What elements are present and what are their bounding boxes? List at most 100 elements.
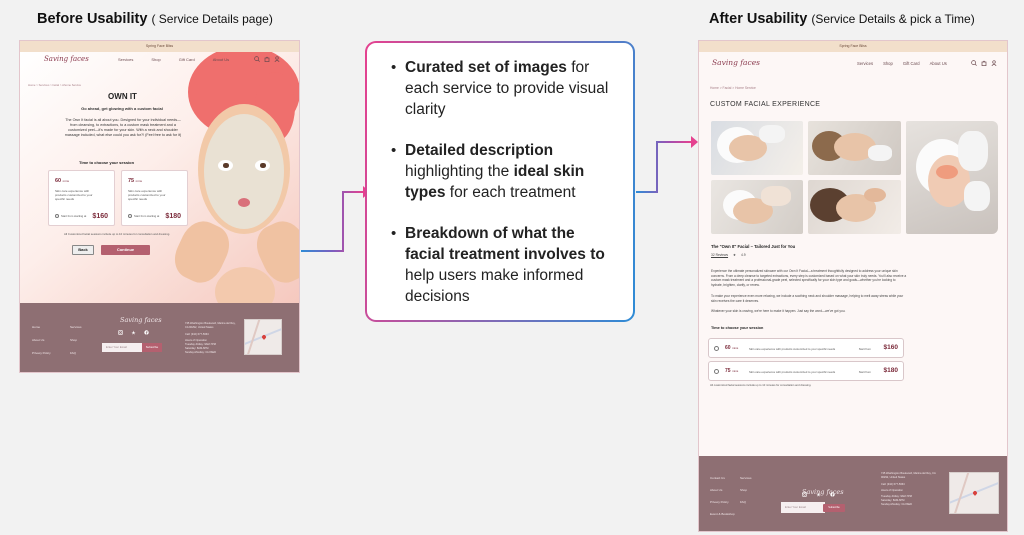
before-social-icons — [118, 330, 149, 335]
yelp-icon[interactable] — [816, 492, 821, 497]
after-nav-links: Services Shop Gift Card About Us — [857, 61, 947, 66]
user-icon[interactable] — [274, 56, 280, 62]
gallery-image-4[interactable] — [711, 180, 803, 234]
bag-icon[interactable] — [264, 56, 270, 62]
after-session-heading: Time to choose your session — [711, 326, 764, 330]
usability-callout: • Curated set of images for each service… — [365, 41, 635, 322]
bullet-dot: • — [391, 59, 397, 76]
after-page-title: CUSTOM FACIAL EXPERIENCE — [710, 101, 821, 108]
footer-link-faq[interactable]: FAQ — [70, 347, 82, 360]
photo-hand — [868, 145, 892, 161]
after-nav-about-us[interactable]: About Us — [930, 61, 947, 66]
footer-link-shop[interactable]: Shop — [740, 484, 752, 496]
bag-icon[interactable] — [981, 60, 987, 66]
after-product-title: The "Own It" Facial – Tailored Just for … — [711, 244, 796, 249]
reviews-link[interactable]: 32 Reviews — [711, 253, 728, 257]
after-description-3: Whatever your skin is craving, we're her… — [711, 309, 846, 313]
before-breadcrumb[interactable]: Home > Services > facial > Ahome Service — [28, 83, 81, 87]
gallery-image-2[interactable] — [808, 121, 901, 175]
footer-link-shop[interactable]: Shop — [70, 334, 82, 347]
after-option-75[interactable]: 75 mins Skin care experience with produc… — [708, 361, 904, 381]
instagram-icon[interactable] — [802, 492, 807, 497]
facebook-icon[interactable] — [830, 492, 835, 497]
option-price: $160 — [883, 344, 898, 351]
after-footer-col1: Contact Us About Us Privacy Policy Event… — [710, 472, 735, 520]
after-footer-col2: Services Shop FAQ — [740, 472, 752, 508]
after-nav-gift-card[interactable]: Gift Card — [903, 61, 920, 66]
before-option-75[interactable]: 75 mins Skin care experience with produc… — [121, 170, 188, 226]
photo-glove — [759, 125, 785, 143]
after-description-2: To make your experience even more relaxi… — [711, 294, 904, 303]
back-button[interactable]: Back — [72, 245, 94, 255]
before-footer-map[interactable] — [244, 319, 282, 355]
before-option-60[interactable]: 60 mins Skin care experience with produc… — [48, 170, 115, 226]
footer-link-privacy[interactable]: Privacy Policy — [32, 347, 51, 360]
footer-link-contact[interactable]: Contact Us — [710, 472, 735, 484]
option-start-label: Start from — [858, 370, 871, 374]
footer-phone[interactable]: Call: (310) 677-5663 — [881, 483, 939, 487]
after-footer-map[interactable] — [949, 472, 999, 514]
before-footer: Home About Us Privacy Policy Services Sh… — [20, 303, 299, 372]
after-mockup: Spring Face Bliss Saving faces Services … — [698, 40, 1008, 532]
after-rating-row: 32 Reviews ★ 4.9 — [711, 253, 746, 257]
gallery-image-5[interactable] — [808, 180, 901, 234]
footer-link-faq[interactable]: FAQ — [740, 496, 752, 508]
before-nav-shop[interactable]: Shop — [151, 57, 160, 62]
option-description: Skin care experience with products custo… — [749, 370, 836, 374]
subscribe-button[interactable]: Subscribe — [823, 503, 845, 512]
bullet-text: Detailed description highlighting the id… — [405, 142, 585, 201]
continue-button[interactable]: Continue — [101, 245, 150, 255]
footer-phone[interactable]: Call: (310) 677-5663 — [185, 333, 237, 337]
after-breadcrumb[interactable]: Home > Facial > Home Service — [710, 86, 756, 90]
option-radio[interactable] — [714, 369, 719, 374]
rating-value: 4.9 — [741, 253, 746, 257]
before-logo[interactable]: Saving faces — [44, 55, 89, 63]
gallery-image-3[interactable] — [906, 121, 998, 234]
option-radio[interactable] — [55, 214, 59, 218]
search-icon[interactable] — [971, 60, 977, 66]
before-mockup: Spring Face Bliss Saving faces Services … — [19, 40, 300, 373]
after-nav-shop[interactable]: Shop — [883, 61, 893, 66]
subscribe-button[interactable]: Subscribe — [142, 343, 162, 352]
footer-link-services[interactable]: Services — [70, 321, 82, 334]
option-description: Skin care experience with products custo… — [55, 189, 93, 201]
footer-link-about[interactable]: About Us — [710, 484, 735, 496]
footer-link-events[interactable]: Event & Bookshop — [710, 508, 735, 520]
bullet-dot: • — [391, 225, 397, 242]
before-nav-gift-card[interactable]: Gift Card — [179, 57, 195, 62]
facebook-icon[interactable] — [144, 330, 149, 335]
option-radio[interactable] — [128, 214, 132, 218]
email-input[interactable]: Enter Your Email — [781, 502, 825, 513]
option-duration: 60 mins — [55, 178, 69, 184]
photo-hand — [864, 188, 886, 202]
option-start-label: Start from starting at — [134, 214, 160, 218]
option-duration: 75 mins — [128, 178, 142, 184]
hero-neck — [215, 267, 275, 306]
search-icon[interactable] — [254, 56, 260, 62]
yelp-icon[interactable] — [131, 330, 136, 335]
after-description-1: Experience the ultimate personalized ski… — [711, 269, 907, 287]
after-promo-bar: Spring Face Bliss — [699, 41, 1007, 52]
footer-hours-title: Hours of Operation — [881, 489, 903, 493]
before-session-heading: Time to choose your session — [79, 160, 135, 165]
before-nav-about-us[interactable]: About Us — [213, 57, 229, 62]
after-logo[interactable]: Saving faces — [712, 58, 760, 67]
before-note: All Customized facial sessions include u… — [64, 232, 171, 236]
option-radio[interactable] — [714, 346, 719, 351]
gallery-image-1[interactable] — [711, 121, 803, 175]
option-duration: 60 mins — [725, 345, 739, 351]
footer-link-about[interactable]: About Us — [32, 334, 51, 347]
footer-link-home[interactable]: Home — [32, 321, 51, 334]
before-footer-col2: Services Shop FAQ — [70, 321, 82, 360]
email-input[interactable]: Enter Your Email — [102, 343, 142, 352]
photo-mask — [936, 165, 958, 179]
after-nav-services[interactable]: Services — [857, 61, 873, 66]
after-social-links — [802, 492, 835, 497]
after-option-60[interactable]: 60 mins Skin care experience with produc… — [708, 338, 904, 358]
footer-link-services[interactable]: Services — [740, 472, 752, 484]
before-nav-services[interactable]: Services — [118, 57, 133, 62]
before-promo-bar: Spring Face Bliss — [20, 41, 299, 52]
user-icon[interactable] — [991, 60, 997, 66]
footer-link-privacy[interactable]: Privacy Policy — [710, 496, 735, 508]
instagram-icon[interactable] — [118, 330, 123, 335]
